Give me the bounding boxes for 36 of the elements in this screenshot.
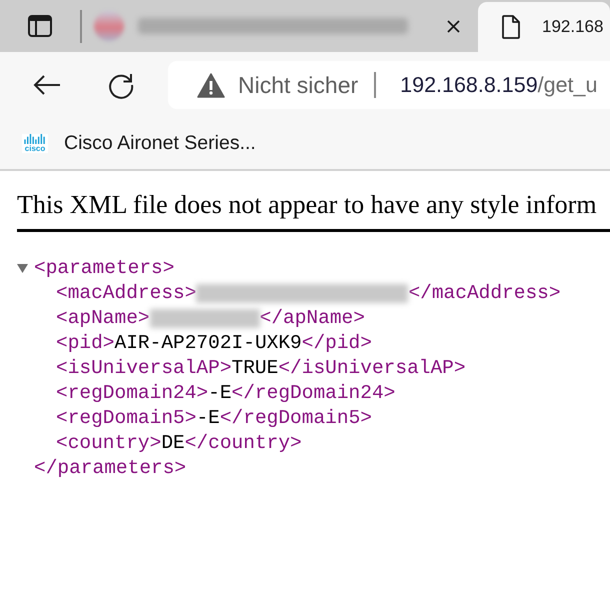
xml-value: AIR-AP2702I-UXK9 xyxy=(114,331,302,356)
xml-tag: <parameters> xyxy=(34,256,174,281)
xml-tag: <regDomain5> xyxy=(56,406,196,431)
window-layout-icon xyxy=(28,15,52,37)
xml-tag: </parameters> xyxy=(34,456,186,481)
xml-value: -E xyxy=(196,406,220,431)
close-icon[interactable] xyxy=(447,20,460,32)
blurred-icon xyxy=(94,11,124,41)
xml-tag: <country> xyxy=(56,431,162,456)
back-arrow-icon xyxy=(33,74,61,96)
reload-icon xyxy=(107,71,135,99)
xml-tag: <apName> xyxy=(56,306,150,331)
xml-value: DE xyxy=(161,431,185,456)
document-icon xyxy=(502,15,520,39)
browser-tab[interactable]: 192.168 xyxy=(478,2,610,52)
xml-tag: </country> xyxy=(184,431,302,456)
logo-icon: cisco xyxy=(22,134,48,153)
xml-style-notice: This XML file does not appear to have any style inform xyxy=(17,190,597,219)
xml-tag: </regDomain24> xyxy=(232,381,396,406)
security-indicator[interactable]: Nicht sicher xyxy=(197,68,358,102)
xml-tag: </apName> xyxy=(260,306,365,331)
xml-value: -E xyxy=(208,381,232,406)
xml-value: TRUE xyxy=(232,356,278,381)
xml-tag: <regDomain24> xyxy=(56,381,208,406)
xml-tag: </isUniversalAP> xyxy=(278,356,466,381)
xml-tag: </regDomain5> xyxy=(220,406,372,431)
warning-icon xyxy=(197,72,225,98)
xml-tag: </macAddress> xyxy=(408,281,561,306)
disclosure-triangle-icon[interactable] xyxy=(17,263,28,274)
xml-tag: <macAddress> xyxy=(56,281,196,306)
security-label: Nicht sicher xyxy=(238,70,358,100)
xml-tag: </pid> xyxy=(302,331,372,356)
address-bar[interactable]: Nicht sicher 192.168.8.159/get_u xyxy=(168,61,610,109)
xml-tag: <isUniversalAP> xyxy=(56,356,232,381)
url-text: 192.168.8.159/get_u xyxy=(400,72,598,99)
xml-tag: <pid> xyxy=(56,331,115,356)
